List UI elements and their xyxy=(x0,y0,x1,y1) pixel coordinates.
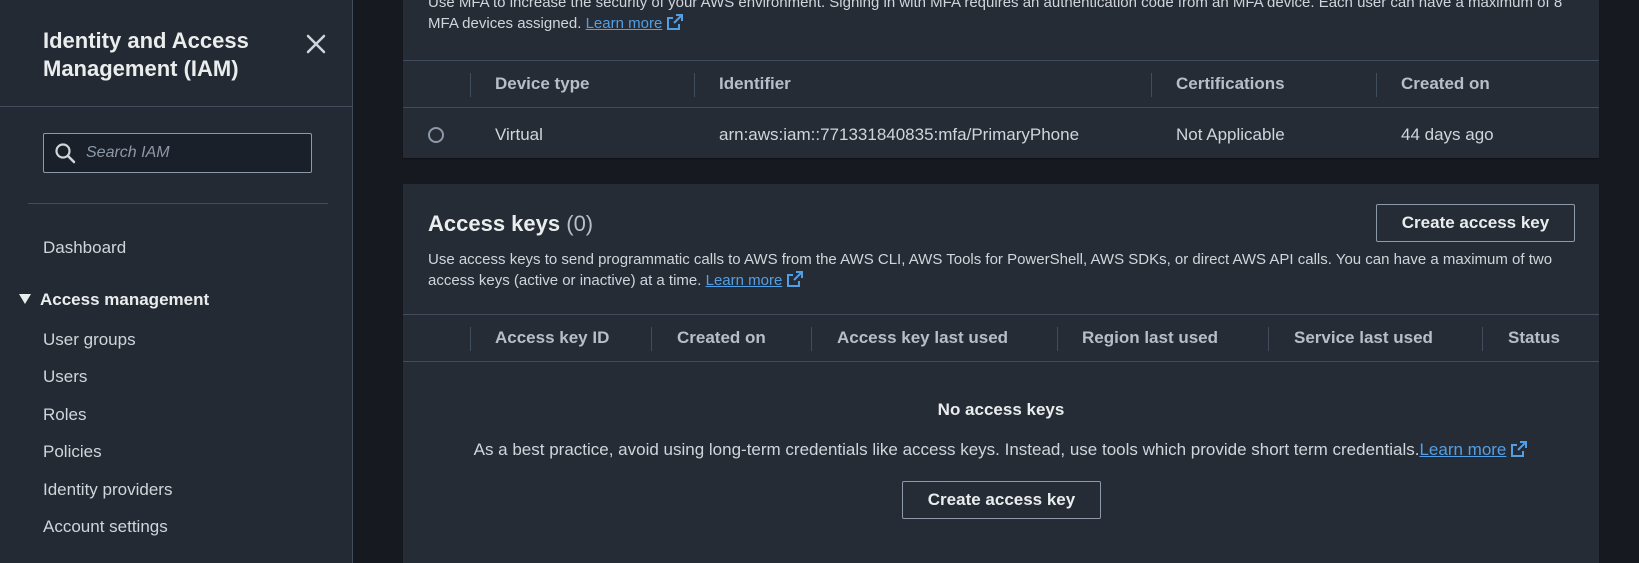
sidebar-item-users[interactable]: Users xyxy=(43,367,87,387)
sidebar-divider xyxy=(0,106,353,107)
column-header[interactable]: Access key ID xyxy=(495,315,609,361)
access-keys-table-header: Access key ID Created on Access key last… xyxy=(403,314,1599,362)
column-header[interactable]: Access key last used xyxy=(837,315,1008,361)
create-access-key-button[interactable]: Create access key xyxy=(1376,204,1575,242)
column-header[interactable]: Device type xyxy=(495,61,590,107)
access-keys-learn-more-link[interactable]: Learn more xyxy=(706,272,783,289)
column-header[interactable]: Certifications xyxy=(1176,61,1285,107)
column-header[interactable]: Created on xyxy=(1401,61,1490,107)
column-header[interactable]: Created on xyxy=(677,315,766,361)
mfa-learn-more-link[interactable]: Learn more xyxy=(586,15,663,32)
search-input[interactable] xyxy=(84,143,308,163)
external-link-icon xyxy=(787,271,804,287)
close-icon[interactable] xyxy=(300,28,332,60)
mfa-table-header: Device type Identifier Certifications Cr… xyxy=(403,60,1599,108)
sidebar-item-policies[interactable]: Policies xyxy=(43,442,102,462)
sidebar-title: Identity and Access Management (IAM) xyxy=(43,28,249,81)
column-header[interactable]: Identifier xyxy=(719,61,791,107)
access-keys-panel: Access keys (0) Create access key Use ac… xyxy=(403,184,1599,563)
search-box[interactable] xyxy=(43,133,312,173)
column-header[interactable]: Region last used xyxy=(1082,315,1218,361)
sidebar-item-user-groups[interactable]: User groups xyxy=(43,330,136,350)
external-link-icon xyxy=(667,14,684,30)
mfa-description: Use MFA to increase the security of your… xyxy=(428,0,1563,32)
sidebar: Identity and Access Management (IAM) Das… xyxy=(0,0,353,563)
column-header[interactable]: Service last used xyxy=(1294,315,1433,361)
access-keys-heading: Access keys (0) xyxy=(428,211,594,236)
empty-state-text: As a best practice, avoid using long-ter… xyxy=(403,440,1599,460)
mfa-certifications: Not Applicable xyxy=(1176,125,1285,144)
sidebar-section-label: Access management xyxy=(40,290,210,309)
create-access-key-empty-button[interactable]: Create access key xyxy=(902,481,1101,519)
caret-down-icon xyxy=(18,290,32,310)
mfa-row-radio[interactable] xyxy=(428,127,444,143)
external-link-icon xyxy=(1511,441,1528,457)
mfa-identifier: arn:aws:iam::771331840835:mfa/PrimaryPho… xyxy=(719,125,1080,144)
access-keys-description: Use access keys to send programmatic cal… xyxy=(428,251,1553,289)
sidebar-divider xyxy=(28,203,328,204)
sidebar-item-identity-providers[interactable]: Identity providers xyxy=(43,480,172,500)
mfa-created-on: 44 days ago xyxy=(1401,125,1494,144)
empty-state-title: No access keys xyxy=(937,400,1065,419)
column-header[interactable]: Status xyxy=(1508,315,1560,361)
mfa-device-type: Virtual xyxy=(495,125,543,144)
empty-state-learn-more-link[interactable]: Learn more xyxy=(1419,440,1506,459)
sidebar-item-roles[interactable]: Roles xyxy=(43,405,86,425)
mfa-panel: Use MFA to increase the security of your… xyxy=(403,0,1599,158)
sidebar-item-dashboard[interactable]: Dashboard xyxy=(43,238,126,258)
access-keys-count: (0) xyxy=(566,211,594,236)
sidebar-item-account-settings[interactable]: Account settings xyxy=(43,517,168,537)
search-icon xyxy=(55,143,76,164)
sidebar-section-access-management[interactable]: Access management xyxy=(18,290,209,310)
